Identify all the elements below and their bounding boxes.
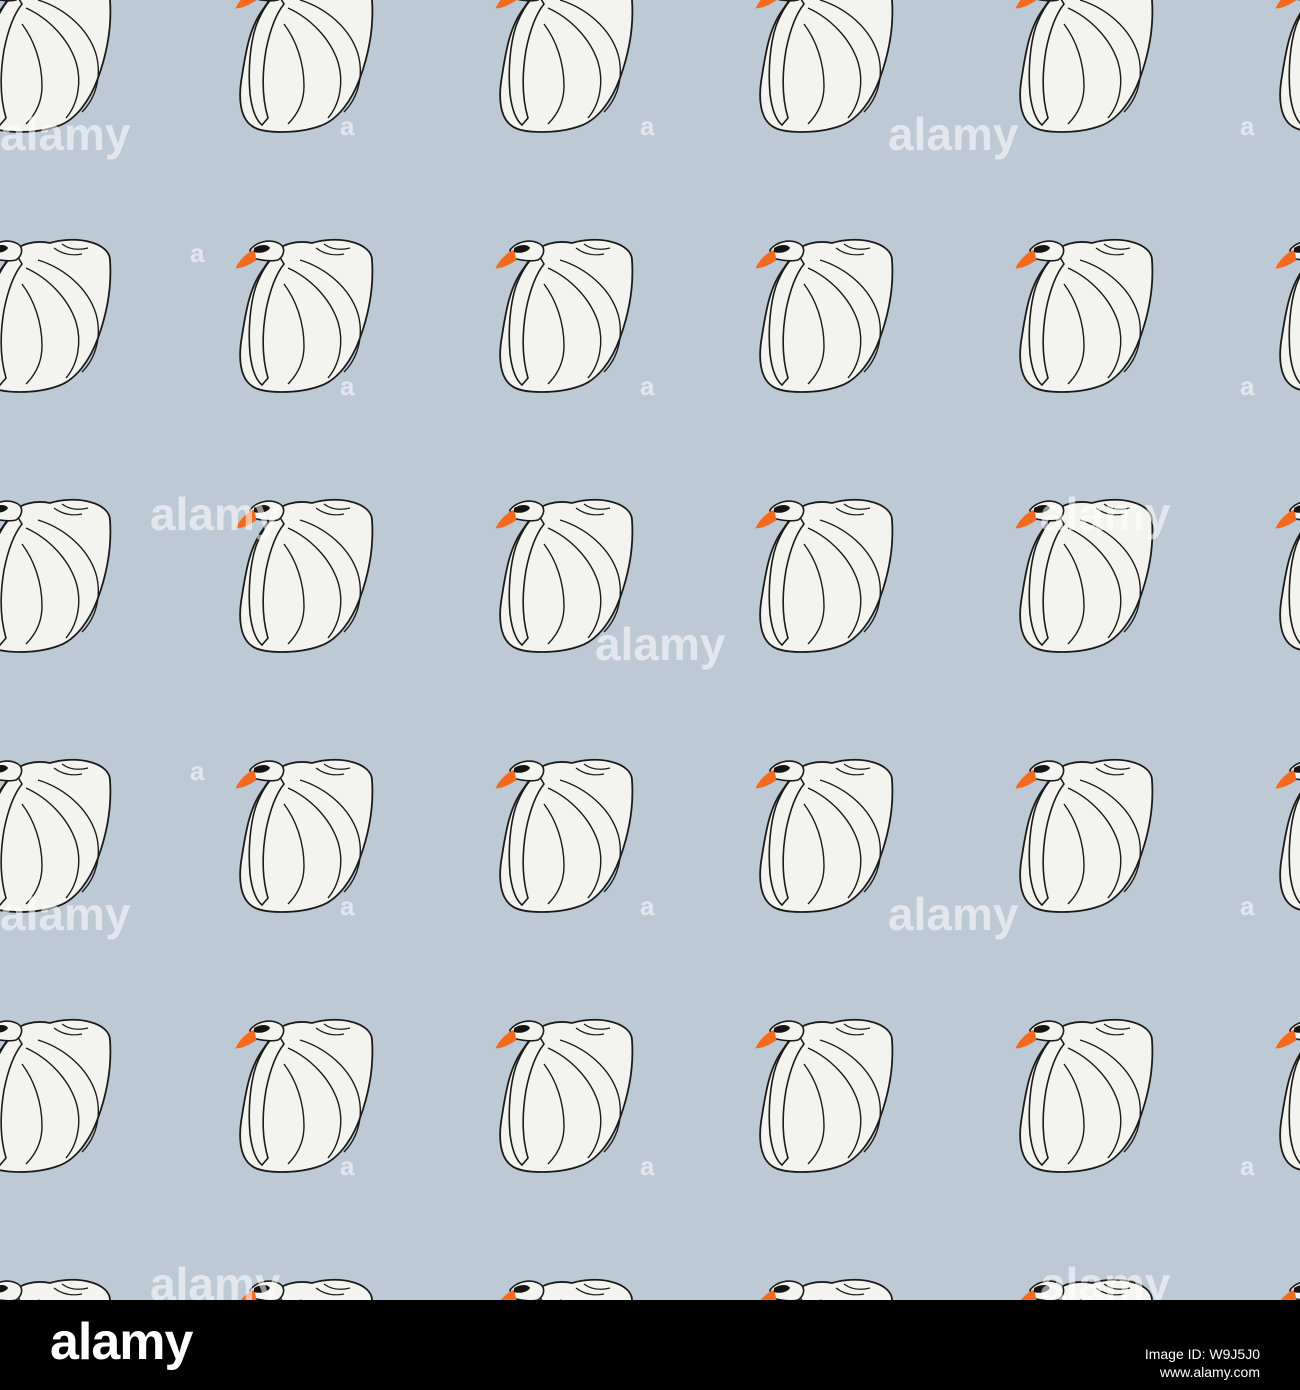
watermark-text: alamy xyxy=(0,108,131,160)
watermark-letter: a xyxy=(340,1151,355,1181)
watermark-letter: a xyxy=(340,891,355,921)
watermark-letter: a xyxy=(640,1151,655,1181)
swan-pattern-svg: alamy alamy alamy alamy alamy alamy alamy alamy… xyxy=(0,0,1300,1300)
watermark-letter: a xyxy=(340,371,355,401)
watermark-text: alamy xyxy=(150,488,281,540)
watermark-letter: a xyxy=(640,371,655,401)
watermark-letter: a xyxy=(1240,1151,1255,1181)
watermark-letter: a xyxy=(640,111,655,141)
watermark-letter: a xyxy=(340,111,355,141)
watermark-text: alamy xyxy=(888,108,1019,160)
footer-logo: alamy xyxy=(50,1313,193,1371)
watermark-letter: a xyxy=(640,891,655,921)
watermark-letter: a xyxy=(190,756,205,786)
watermark-letter: a xyxy=(1240,371,1255,401)
watermark-text: alamy xyxy=(1040,488,1171,540)
footer-bar: alamy Image ID: W9J5J0 www.alamy.com xyxy=(0,1300,1300,1390)
watermark-letter: a xyxy=(1240,891,1255,921)
site-url-text[interactable]: www.alamy.com xyxy=(1160,1364,1260,1380)
watermark-text: alamy xyxy=(0,888,131,940)
swan-illustration xyxy=(0,1278,112,1300)
watermark-text: alamy xyxy=(595,618,726,670)
watermark-text: alamy xyxy=(888,888,1019,940)
watermark-letter: a xyxy=(1240,111,1255,141)
watermark-text: alamy xyxy=(150,1258,281,1300)
image-id-text: Image ID: W9J5J0 xyxy=(1144,1346,1260,1362)
swan-pattern-image: alamy alamy alamy alamy alamy alamy alamy alamy… xyxy=(0,0,1300,1300)
watermark-letter: a xyxy=(190,238,205,268)
watermark-text: alamy xyxy=(1040,1258,1171,1300)
